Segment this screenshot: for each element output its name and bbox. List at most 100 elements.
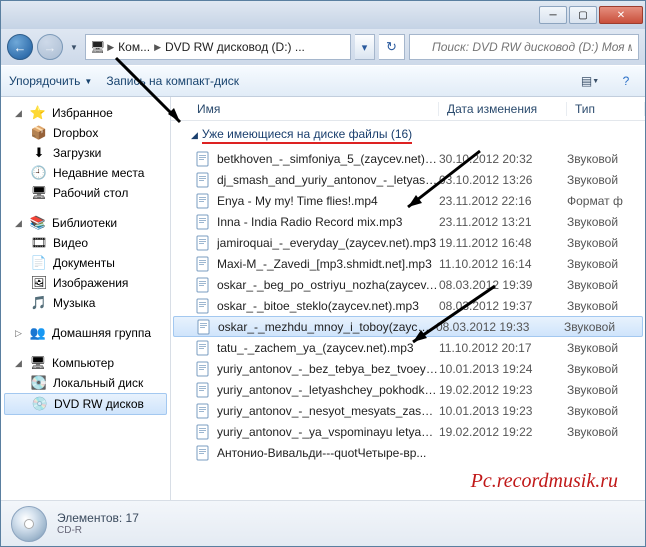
file-icon bbox=[195, 151, 211, 167]
expand-icon: ▷ bbox=[15, 328, 24, 339]
burn-disc-button[interactable]: Запись на компакт-диск bbox=[106, 74, 239, 88]
file-icon bbox=[195, 424, 211, 440]
file-row[interactable]: Maxi-M_-_Zavedi_[mp3.shmidt.net].mp311.1… bbox=[171, 253, 645, 274]
file-name: betkhoven_-_simfoniya_5_(zaycev.net).m..… bbox=[217, 152, 439, 166]
organize-button[interactable]: Упорядочить▼ bbox=[9, 74, 92, 88]
group-header[interactable]: ◢ Уже имеющиеся на диске файлы (16) bbox=[171, 121, 645, 148]
sidebar-item-label: Рабочий стол bbox=[53, 186, 128, 200]
file-row[interactable]: Inna - India Radio Record mix.mp323.11.2… bbox=[171, 211, 645, 232]
file-name: oskar_-_mezhdu_mnoy_i_toboy(zaycev.n... bbox=[218, 320, 436, 334]
sidebar-item-label: Видео bbox=[53, 236, 88, 250]
column-name[interactable]: Имя bbox=[189, 102, 439, 116]
file-date: 11.10.2012 16:14 bbox=[439, 257, 567, 271]
sidebar-computer-item-1[interactable]: 💿 DVD RW дисков bbox=[4, 393, 167, 415]
sidebar-homegroup[interactable]: ▷ 👥 Домашняя группа bbox=[1, 323, 170, 343]
file-list[interactable]: ◢ Уже имеющиеся на диске файлы (16) betk… bbox=[171, 121, 645, 500]
column-date[interactable]: Дата изменения bbox=[439, 102, 567, 116]
file-name: dj_smash_and_yuriy_antonov_-_letyashc... bbox=[217, 173, 439, 187]
sidebar-computer[interactable]: ◢ 🖥 Компьютер bbox=[1, 353, 170, 373]
collapse-icon: ◢ bbox=[15, 358, 24, 369]
item-icon: 📄 bbox=[31, 255, 47, 271]
crumb-computer[interactable]: Ком... bbox=[116, 40, 152, 54]
file-type: Формат ф bbox=[567, 194, 645, 208]
file-icon bbox=[195, 340, 211, 356]
close-button[interactable]: ✕ bbox=[599, 6, 643, 24]
file-row[interactable]: Антонио-Вивальди---quotЧетыре-вр... bbox=[171, 442, 645, 463]
file-type: Звуковой bbox=[567, 425, 645, 439]
file-row[interactable]: yuriy_antonov_-_ya_vspominayu letyash...… bbox=[171, 421, 645, 442]
help-button[interactable]: ? bbox=[615, 70, 637, 92]
sidebar-libraries[interactable]: ◢ 📚 Библиотеки bbox=[1, 213, 170, 233]
file-row[interactable]: tatu_-_zachem_ya_(zaycev.net).mp311.10.2… bbox=[171, 337, 645, 358]
file-name: Enya - My my! Time flies!.mp4 bbox=[217, 194, 439, 208]
file-icon bbox=[195, 214, 211, 230]
file-type: Звуковой bbox=[567, 341, 645, 355]
file-row[interactable]: oskar_-_beg_po_ostriyu_nozha(zaycev.n...… bbox=[171, 274, 645, 295]
file-row[interactable]: dj_smash_and_yuriy_antonov_-_letyashc...… bbox=[171, 169, 645, 190]
search-input[interactable] bbox=[409, 34, 639, 60]
view-options-button[interactable]: ▤ ▼ bbox=[579, 70, 601, 92]
file-name: oskar_-_beg_po_ostriyu_nozha(zaycev.n... bbox=[217, 278, 439, 292]
breadcrumb-dropdown[interactable]: ▾ bbox=[355, 34, 375, 60]
file-name: Inna - India Radio Record mix.mp3 bbox=[217, 215, 439, 229]
refresh-button[interactable]: ↻ bbox=[379, 34, 405, 60]
sidebar-libraries-item-1[interactable]: 📄Документы bbox=[1, 253, 170, 273]
sidebar-libraries-item-2[interactable]: 🖼Изображения bbox=[1, 273, 170, 293]
file-icon bbox=[195, 172, 211, 188]
minimize-button[interactable]: ─ bbox=[539, 6, 567, 24]
column-type[interactable]: Тип bbox=[567, 102, 645, 116]
file-type: Звуковой bbox=[567, 383, 645, 397]
sidebar-favorites-item-2[interactable]: 🕘Недавние места bbox=[1, 163, 170, 183]
history-dropdown[interactable]: ▼ bbox=[67, 37, 81, 57]
sidebar-item-label: Локальный диск bbox=[53, 376, 143, 390]
titlebar[interactable]: ─ ▢ ✕ bbox=[1, 1, 645, 29]
sidebar-libraries-item-3[interactable]: 🎵Музыка bbox=[1, 293, 170, 313]
breadcrumb[interactable]: 🖥 ▶ Ком... ▶ DVD RW дисковод (D:) ... bbox=[85, 34, 351, 60]
file-date: 19.02.2012 19:22 bbox=[439, 425, 567, 439]
file-name: yuriy_antonov_-_nesyot_mesyats_zashel_..… bbox=[217, 404, 439, 418]
file-date: 10.01.2013 19:24 bbox=[439, 362, 567, 376]
file-row[interactable]: Enya - My my! Time flies!.mp423.11.2012 … bbox=[171, 190, 645, 211]
sidebar-favorites[interactable]: ◢ ⭐ Избранное bbox=[1, 103, 170, 123]
sidebar-item-label: Музыка bbox=[53, 296, 95, 310]
sidebar-item-label: DVD RW дисков bbox=[54, 397, 144, 411]
sidebar-favorites-item-3[interactable]: 🖥 Рабочий стол bbox=[1, 183, 170, 203]
status-bar: Элементов: 17 CD-R bbox=[1, 500, 645, 546]
item-icon: 💿 bbox=[32, 396, 48, 412]
file-row[interactable]: oskar_-_bitoe_steklo(zaycev.net).mp308.0… bbox=[171, 295, 645, 316]
file-date: 11.10.2012 20:17 bbox=[439, 341, 567, 355]
file-name: oskar_-_bitoe_steklo(zaycev.net).mp3 bbox=[217, 299, 439, 313]
crumb-drive[interactable]: DVD RW дисковод (D:) ... bbox=[163, 40, 307, 54]
star-icon: ⭐ bbox=[30, 105, 46, 121]
sidebar-item-label: Изображения bbox=[53, 276, 128, 290]
file-row[interactable]: jamiroquai_-_everyday_(zaycev.net).mp319… bbox=[171, 232, 645, 253]
sidebar-favorites-item-1[interactable]: ⬇Загрузки bbox=[1, 143, 170, 163]
file-name: yuriy_antonov_-_bez_tebya_bez_tvoey_ly..… bbox=[217, 362, 439, 376]
item-icon: 🖥 bbox=[31, 185, 47, 201]
file-icon bbox=[195, 382, 211, 398]
disc-icon bbox=[11, 506, 47, 542]
file-row[interactable]: yuriy_antonov_-_nesyot_mesyats_zashel_..… bbox=[171, 400, 645, 421]
forward-button[interactable]: → bbox=[37, 34, 63, 60]
back-button[interactable]: ← bbox=[7, 34, 33, 60]
file-row[interactable]: yuriy_antonov_-_bez_tebya_bez_tvoey_ly..… bbox=[171, 358, 645, 379]
file-icon bbox=[195, 193, 211, 209]
file-date: 08.03.2012 19:33 bbox=[436, 320, 564, 334]
sidebar-computer-item-0[interactable]: 💽Локальный диск bbox=[1, 373, 170, 393]
file-row[interactable]: yuriy_antonov_-_letyashchey_pokhodkoy...… bbox=[171, 379, 645, 400]
file-type: Звуковой bbox=[564, 320, 642, 334]
collapse-icon: ◢ bbox=[191, 130, 198, 141]
file-icon bbox=[196, 319, 212, 335]
file-row[interactable]: betkhoven_-_simfoniya_5_(zaycev.net).m..… bbox=[171, 148, 645, 169]
maximize-button[interactable]: ▢ bbox=[569, 6, 597, 24]
sidebar-item-label: Загрузки bbox=[53, 146, 101, 160]
sidebar-favorites-item-0[interactable]: 📦Dropbox bbox=[1, 123, 170, 143]
file-type: Звуковой bbox=[567, 215, 645, 229]
file-date: 23.11.2012 13:21 bbox=[439, 215, 567, 229]
sidebar-libraries-item-0[interactable]: 🎞 Видео bbox=[1, 233, 170, 253]
file-row[interactable]: oskar_-_mezhdu_mnoy_i_toboy(zaycev.n...0… bbox=[173, 316, 643, 337]
file-icon bbox=[195, 298, 211, 314]
column-headers: Имя Дата изменения Тип bbox=[171, 97, 645, 121]
item-icon: 🎞 bbox=[31, 235, 47, 251]
toolbar: Упорядочить▼ Запись на компакт-диск ▤ ▼ … bbox=[1, 65, 645, 97]
